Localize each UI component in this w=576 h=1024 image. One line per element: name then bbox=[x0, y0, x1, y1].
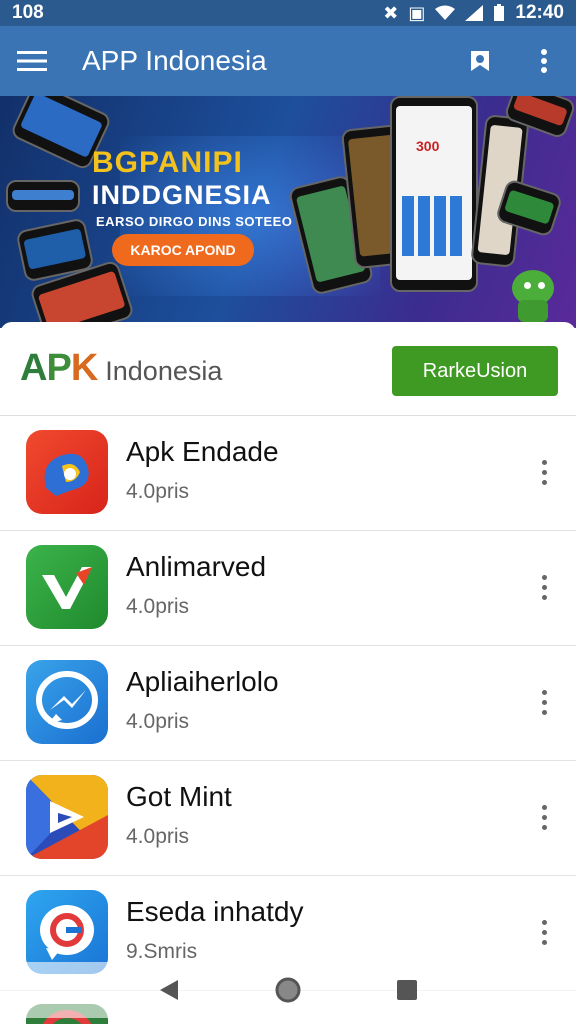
battery-icon bbox=[494, 4, 505, 21]
green-check-icon bbox=[26, 545, 108, 629]
signal-icon bbox=[465, 5, 484, 21]
item-more-button[interactable] bbox=[528, 452, 560, 492]
banner-phone-screen-text: 300 bbox=[416, 138, 440, 154]
item-more-button[interactable] bbox=[528, 567, 560, 607]
screen: 108 ✖ ▣ 12:40 APP Indonesia 300 BGPANIPI… bbox=[0, 0, 576, 1024]
app-name: Apk Endade bbox=[126, 436, 279, 467]
status-time: 12:40 bbox=[515, 2, 564, 23]
robot-body bbox=[518, 300, 548, 322]
hamburger-icon bbox=[17, 51, 47, 71]
back-button[interactable] bbox=[149, 970, 189, 1010]
back-icon bbox=[160, 980, 179, 1000]
item-more-button[interactable] bbox=[528, 682, 560, 722]
app-meta: 4.0pris bbox=[126, 595, 190, 618]
banner-cta-button[interactable]: KAROC APOND bbox=[112, 234, 254, 266]
promo-banner[interactable]: 300 BGPANIPI INDDGNESIA EARSO DIRGO DINS… bbox=[0, 96, 576, 328]
banner-phone-2 bbox=[6, 180, 80, 212]
list-item[interactable]: Anlimarved 4.0pris bbox=[0, 531, 576, 646]
item-more-button[interactable] bbox=[528, 912, 560, 952]
app-name: Got Mint bbox=[126, 781, 232, 812]
bookmark-button[interactable] bbox=[448, 26, 512, 96]
system-nav-bar bbox=[0, 962, 576, 1018]
app-name: Eseda inhatdy bbox=[126, 896, 304, 927]
home-icon bbox=[275, 977, 301, 1003]
recents-button[interactable] bbox=[387, 970, 427, 1010]
home-button[interactable] bbox=[268, 970, 308, 1010]
blue-chat-icon bbox=[26, 430, 108, 514]
banner-phone-main: 300 bbox=[390, 96, 478, 292]
app-list-sheet: APK Indonesia RarkeUsion Apk Endade 4.0p… bbox=[0, 322, 576, 1024]
app-list: Apk Endade 4.0pris Anlimarved 4.0pris Ap… bbox=[0, 416, 576, 991]
status-bar: 108 ✖ ▣ 12:40 bbox=[0, 0, 576, 26]
banner-phone-app-grid bbox=[402, 196, 466, 256]
app-meta: 4.0pris bbox=[126, 480, 190, 503]
android-robot-icon bbox=[506, 264, 560, 322]
nfc-icon: ✖ bbox=[383, 3, 399, 23]
banner-headline-2: INDDGNESIA bbox=[92, 180, 272, 210]
list-item[interactable]: Apk Endade 4.0pris bbox=[0, 416, 576, 531]
vibrate-icon: ▣ bbox=[408, 3, 426, 23]
app-meta: 4.0pris bbox=[126, 710, 190, 733]
app-name: Apliaiherlolo bbox=[126, 666, 279, 697]
logo-wordmark: Indonesia bbox=[105, 356, 223, 386]
wifi-icon bbox=[435, 5, 456, 20]
app-bar-actions bbox=[448, 26, 576, 96]
banner-headline: BGPANIPI bbox=[92, 146, 243, 179]
robot-eye bbox=[524, 282, 531, 289]
apk-logo-text: APK bbox=[20, 347, 98, 389]
app-name: Anlimarved bbox=[126, 551, 267, 582]
overflow-menu-button[interactable] bbox=[512, 26, 576, 96]
primary-action-button[interactable]: RarkeUsion bbox=[392, 346, 558, 396]
app-meta: 4.0pris bbox=[126, 825, 190, 848]
app-title: APP Indonesia bbox=[82, 45, 267, 76]
apk-indonesia-logo: APK Indonesia bbox=[20, 347, 222, 390]
menu-button[interactable] bbox=[0, 26, 64, 96]
status-icons: ✖ ▣ 12:40 bbox=[383, 2, 564, 24]
list-item[interactable]: Apliaiherlolo 4.0pris bbox=[0, 646, 576, 761]
banner-subtitle: EARSO DIRGO DINS SOTEEO bbox=[96, 214, 293, 229]
bookmark-icon bbox=[471, 51, 489, 71]
messenger-icon bbox=[26, 660, 108, 744]
app-bar: APP Indonesia bbox=[0, 26, 576, 96]
list-item[interactable]: Got Mint 4.0pris bbox=[0, 761, 576, 876]
app-meta: 9.Smris bbox=[126, 940, 198, 963]
recents-icon bbox=[396, 980, 417, 1000]
play-triangle-icon bbox=[26, 775, 108, 859]
robot-eye bbox=[538, 282, 545, 289]
item-more-button[interactable] bbox=[528, 797, 560, 837]
brand-header: APK Indonesia RarkeUsion bbox=[0, 322, 576, 416]
status-left-text: 108 bbox=[12, 2, 44, 23]
more-vert-icon bbox=[541, 49, 547, 73]
